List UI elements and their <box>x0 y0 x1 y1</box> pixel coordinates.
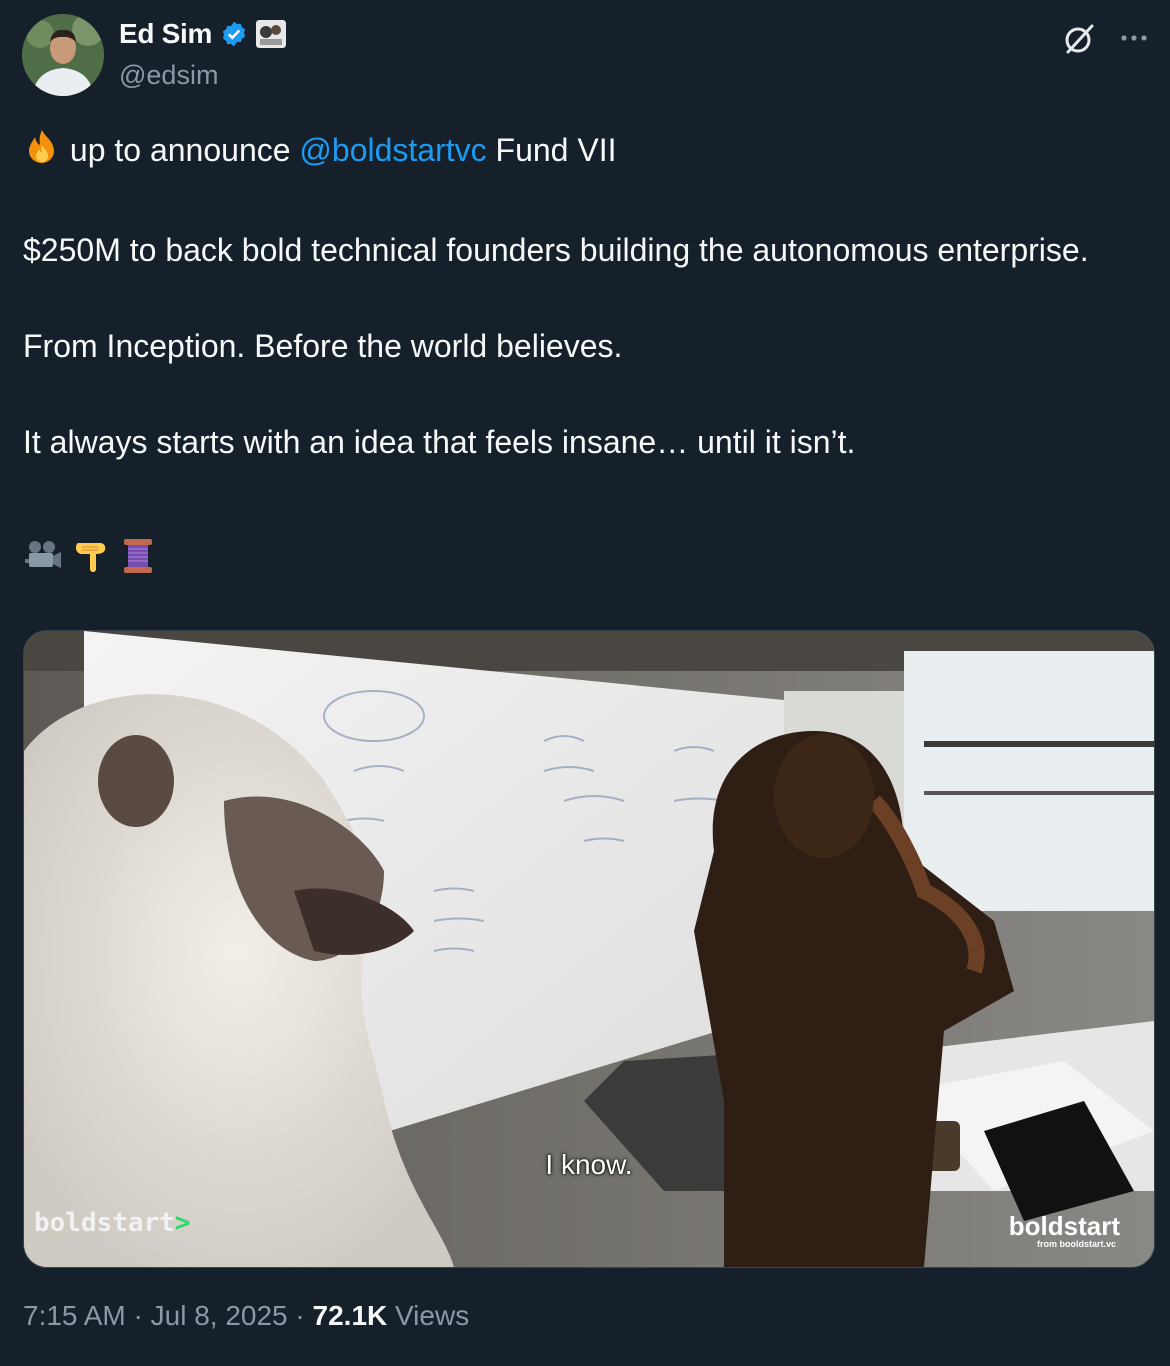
grok-icon[interactable] <box>1062 22 1096 56</box>
tweet-text-after-mention: Fund VII <box>486 132 617 168</box>
tweet-date[interactable]: Jul 8, 2025 <box>151 1300 288 1331</box>
video-subtitle: I know. <box>545 1149 633 1180</box>
meta-separator: · <box>125 1300 151 1331</box>
tweet-video[interactable]: I know. boldstart> YOUR PARTNER FROM INC… <box>23 630 1155 1268</box>
tweet-metadata: 7:15 AM · Jul 8, 2025 · 72.1K Views <box>23 1300 469 1332</box>
author-handle[interactable]: @edsim <box>119 60 218 91</box>
thread-emoji-icon <box>119 537 157 588</box>
tweet-text-before-mention: up to announce <box>61 132 300 168</box>
mention-link[interactable]: @boldstartvc <box>299 132 486 168</box>
boldstart-watermark-right: boldstart <box>1008 1211 1120 1241</box>
views-count[interactable]: 72.1K <box>313 1300 388 1331</box>
views-label: Views <box>387 1300 470 1331</box>
verified-badge-icon[interactable] <box>220 20 248 48</box>
affiliate-logo-icon[interactable] <box>256 20 287 48</box>
tweet-body: up to announce @boldstartvc Fund VII $25… <box>23 126 1133 588</box>
movie-camera-emoji-icon <box>23 537 63 588</box>
tweet-emoji-line <box>23 536 1133 588</box>
tweet-paragraph-2: $250M to back bold technical founders bu… <box>23 232 1089 269</box>
tweet-header: Ed Sim @edsim <box>22 14 1152 98</box>
watermark-left-tagline: YOUR PARTNER FROM INCEPTION <box>34 1241 213 1251</box>
watermark-right-tagline: from booldstart.vc <box>1036 1239 1116 1249</box>
more-options-icon[interactable] <box>1116 20 1152 56</box>
tweet-paragraph-3: From Inception. Before the world believe… <box>23 328 623 365</box>
tweet-paragraph-4: It always starts with an idea that feels… <box>23 424 856 461</box>
tweet-time[interactable]: 7:15 AM <box>23 1300 126 1331</box>
author-avatar[interactable] <box>22 14 104 96</box>
author-name[interactable]: Ed Sim <box>119 18 212 50</box>
fire-emoji-icon <box>23 127 61 178</box>
boldstart-watermark-left: boldstart> <box>34 1208 191 1238</box>
meta-separator: · <box>287 1300 313 1331</box>
watermark-left-arrow: > <box>174 1208 191 1238</box>
tweet-line-1: up to announce @boldstartvc Fund VII <box>23 126 1133 178</box>
watermark-left-text: boldstart <box>34 1208 175 1238</box>
pointing-down-emoji-icon <box>72 537 110 588</box>
